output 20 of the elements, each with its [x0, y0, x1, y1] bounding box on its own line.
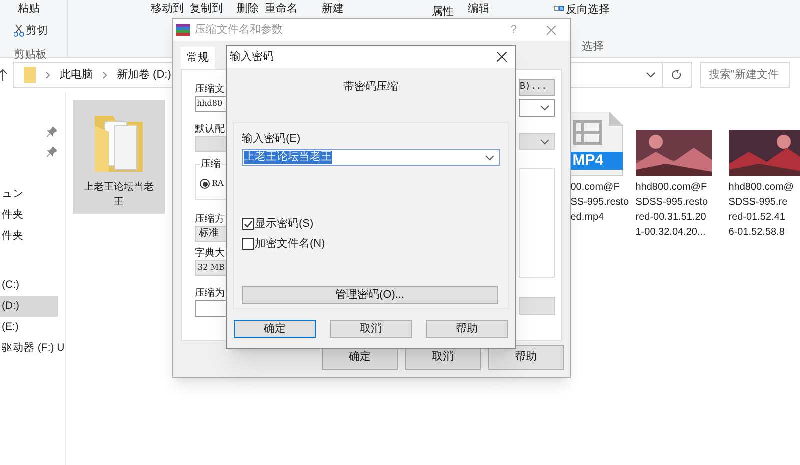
file-name: hhd800.com@F SDSS-995.resto red-00.31.51.20 1-00.32.04.20... — [636, 181, 708, 240]
group-label: 剪贴板 — [14, 48, 48, 63]
file-name: 上老王论坛当老 王 — [84, 180, 154, 210]
window-title: 输入密码 — [230, 50, 274, 65]
password-value: 上老王论坛当老王 — [244, 151, 332, 164]
field-label: 输入密码(E) — [242, 132, 302, 146]
file-name: 00.com@F SS-995.resto ed.mp4 — [570, 181, 630, 225]
checkbox-label: 显示密码(S) — [255, 216, 314, 232]
field-label: 压缩方 — [195, 212, 226, 226]
group-label: 选择 — [582, 40, 605, 54]
radio-label: RA — [212, 178, 224, 190]
file-name: hhd800.com@ SDSS-995.re red-01.52.41 6-01.52.58.8 — [728, 181, 794, 240]
field-label: 压缩为 — [195, 286, 226, 300]
file-type-label: MP4 — [572, 152, 604, 170]
field-label: 压缩文 — [195, 82, 226, 96]
window-title: 压缩文件名和参数 — [195, 22, 283, 38]
dialog-heading: 带密码压缩 — [342, 80, 400, 95]
field-label: 默认配 — [195, 123, 226, 136]
checkbox-label: 加密文件名(N) — [255, 236, 326, 252]
field-label: 字典大 — [195, 246, 226, 260]
